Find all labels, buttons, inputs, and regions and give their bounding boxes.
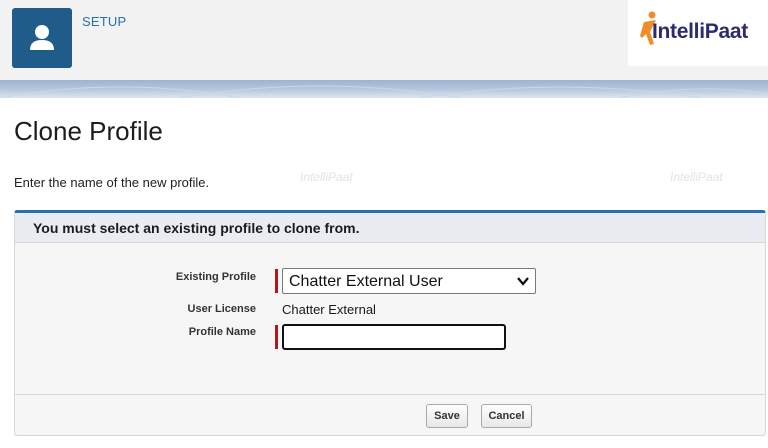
cancel-button[interactable]: Cancel: [481, 404, 532, 428]
existing-profile-label: Existing Profile: [175, 271, 256, 283]
brand-logo: IntelliPaat: [628, 0, 768, 66]
user-license-label: User License: [187, 303, 256, 315]
user-license-value: Chatter External: [282, 302, 376, 317]
required-marker: [275, 325, 278, 349]
required-marker: [275, 269, 278, 293]
profile-name-label: Profile Name: [188, 326, 256, 338]
save-button[interactable]: Save: [426, 404, 468, 428]
header-band: [0, 80, 768, 98]
brand-logo-text: IntelliPaat: [652, 20, 748, 43]
panel-header-text: You must select an existing profile to c…: [33, 220, 360, 236]
top-header: SETUP IntelliPaat: [0, 0, 768, 80]
setup-tile[interactable]: [12, 8, 72, 68]
setup-label[interactable]: SETUP: [82, 14, 126, 29]
profile-name-input[interactable]: [282, 324, 506, 350]
panel-footer-divider: [15, 394, 765, 395]
watermark: IntelliPaat: [670, 170, 723, 184]
watermark: IntelliPaat: [300, 170, 353, 184]
panel-header: You must select an existing profile to c…: [15, 213, 765, 243]
page-title: Clone Profile: [14, 116, 163, 146]
user-icon: [30, 25, 54, 50]
clone-profile-panel: You must select an existing profile to c…: [14, 210, 766, 436]
chevron-down-icon: [517, 277, 529, 286]
existing-profile-selected-value: Chatter External User: [289, 273, 443, 290]
instructions-text: Enter the name of the new profile.: [14, 175, 210, 190]
existing-profile-select[interactable]: Chatter External User: [282, 268, 536, 294]
